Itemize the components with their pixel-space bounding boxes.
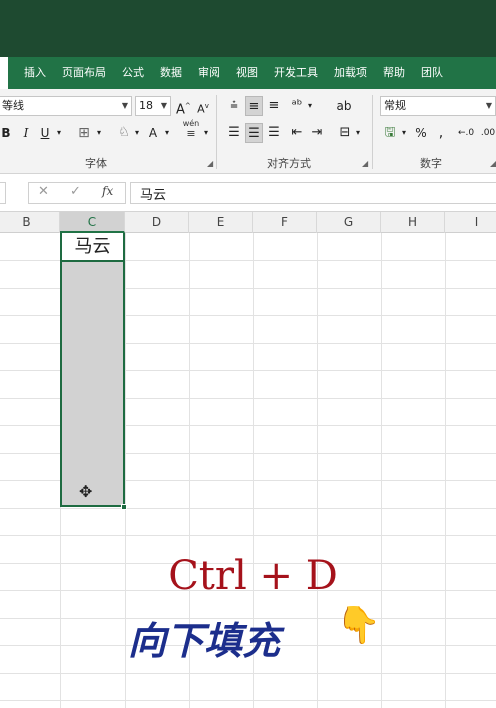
alignment-group-label: 对齐方式	[267, 157, 311, 170]
font-color-button[interactable]: A	[146, 123, 160, 143]
italic-button[interactable]: I	[20, 123, 32, 143]
chevron-down-icon[interactable]: ▾	[132, 123, 142, 143]
merge-center-icon[interactable]: ⊟	[336, 123, 354, 143]
name-box[interactable]	[0, 182, 6, 204]
cell-c1[interactable]: 马云	[62, 233, 123, 260]
tab-help[interactable]: 帮助	[375, 57, 413, 89]
tab-data[interactable]: 数据	[152, 57, 190, 89]
grid-row-line	[0, 700, 496, 701]
increase-indent-icon[interactable]: ⇥	[308, 123, 326, 143]
alignment-dialog-launcher-icon[interactable]: ◢	[362, 159, 368, 168]
font-group-label: 字体	[85, 157, 107, 170]
grid-column-line	[317, 233, 318, 708]
font-name-select[interactable]: 等线 ▼	[0, 96, 132, 116]
formula-input[interactable]	[130, 182, 496, 204]
tab-review[interactable]: 审阅	[190, 57, 228, 89]
grow-font-icon: A	[176, 102, 185, 118]
chevron-down-icon: ▼	[121, 101, 128, 110]
formula-value: 马云	[140, 188, 167, 203]
ribbon-home: 等线 ▼ 18 ▼ A^ Av B I U ▾ ⊞ ▾ ♘ ▾ A ▾ wén ≡…	[0, 89, 496, 174]
shortcut-caption: Ctrl + D	[168, 553, 338, 599]
grow-font-button[interactable]: A^	[176, 96, 191, 118]
pointing-down-hand-icon: 👇	[336, 605, 381, 646]
chevron-down-icon[interactable]: ▾	[162, 123, 172, 143]
percent-button[interactable]: %	[414, 123, 428, 143]
fill-handle[interactable]	[121, 504, 127, 510]
selected-range[interactable]	[60, 260, 125, 507]
font-color-icon: A	[148, 126, 158, 140]
number-format-select[interactable]: 常规 ▼	[380, 96, 496, 116]
excel-window: 插入 页面布局 公式 数据 审阅 视图 开发工具 加载项 帮助 团队 等线 ▼ …	[0, 0, 496, 708]
number-group-label: 数字	[420, 157, 442, 170]
chevron-down-icon[interactable]: ▾	[354, 123, 362, 143]
tab-insert[interactable]: 插入	[16, 57, 54, 89]
font-name-value: 等线	[2, 99, 24, 112]
chevron-down-icon: ▼	[485, 101, 492, 110]
font-dialog-launcher-icon[interactable]: ◢	[207, 159, 213, 168]
borders-icon[interactable]: ⊞	[74, 123, 94, 143]
formula-bar: ✕ ✓ fx 马云	[0, 174, 496, 212]
column-headers: B C D E F G H I	[0, 212, 496, 233]
shrink-font-icon: A	[197, 102, 205, 116]
font-size-select[interactable]: 18 ▼	[135, 96, 171, 116]
number-format-value: 常规	[384, 99, 406, 112]
tab-addins[interactable]: 加载项	[326, 57, 375, 89]
column-header-f[interactable]: F	[253, 212, 317, 233]
font-size-value: 18	[139, 99, 153, 112]
insert-function-icon[interactable]: fx	[102, 184, 113, 198]
wrap-text-icon[interactable]: ab	[336, 96, 352, 116]
group-divider	[372, 95, 373, 169]
align-bottom-icon[interactable]: ≡	[266, 96, 282, 116]
grid-row-line	[0, 673, 496, 674]
column-header-c[interactable]: C	[60, 212, 125, 233]
number-dialog-launcher-icon[interactable]: ◢	[490, 159, 496, 168]
align-center-icon[interactable]: ☰	[245, 123, 263, 143]
column-header-g[interactable]: G	[317, 212, 381, 233]
bold-button[interactable]: B	[0, 123, 12, 143]
grid-column-line	[445, 233, 446, 708]
phonetic-guide-button[interactable]: wén ≡	[182, 119, 200, 139]
align-left-icon[interactable]: ☰	[226, 123, 242, 143]
orientation-icon[interactable]: ᵃᵇ	[288, 96, 306, 116]
grid-row-line	[0, 535, 496, 536]
column-header-h[interactable]: H	[381, 212, 445, 233]
chevron-down-icon: ▼	[160, 101, 167, 110]
tab-view[interactable]: 视图	[228, 57, 266, 89]
grid-row-line	[0, 508, 496, 509]
currency-icon[interactable]: 🖫	[380, 123, 400, 143]
align-middle-icon[interactable]: ≡	[245, 96, 263, 116]
chevron-down-icon[interactable]: ▾	[54, 123, 64, 143]
chevron-down-icon[interactable]: ▾	[400, 123, 408, 143]
column-header-e[interactable]: E	[189, 212, 253, 233]
comma-button[interactable]: ,	[436, 123, 446, 143]
tab-home[interactable]	[0, 57, 8, 89]
underline-button[interactable]: U	[38, 123, 52, 143]
column-header-b[interactable]: B	[0, 212, 60, 233]
chevron-down-icon[interactable]: ▾	[306, 96, 314, 116]
group-divider	[216, 95, 217, 169]
align-right-icon[interactable]: ☰	[266, 123, 282, 143]
tab-developer[interactable]: 开发工具	[266, 57, 326, 89]
column-header-d[interactable]: D	[125, 212, 189, 233]
tab-team[interactable]: 团队	[413, 57, 451, 89]
cancel-icon[interactable]: ✕	[38, 184, 49, 199]
decrease-decimal-icon[interactable]: .00	[480, 123, 496, 143]
fill-color-icon[interactable]: ♘	[114, 123, 134, 143]
chevron-down-icon[interactable]: ▾	[202, 123, 210, 143]
shrink-font-button[interactable]: Av	[196, 96, 210, 116]
tab-page-layout[interactable]: 页面布局	[54, 57, 114, 89]
align-top-icon[interactable]: ⩮	[226, 96, 242, 116]
tab-formulas[interactable]: 公式	[114, 57, 152, 89]
decrease-indent-icon[interactable]: ⇤	[288, 123, 306, 143]
enter-icon[interactable]: ✓	[70, 184, 81, 199]
grid-column-line	[125, 233, 126, 708]
increase-decimal-icon[interactable]: ←.0	[458, 123, 474, 143]
ribbon-tabs: 插入 页面布局 公式 数据 审阅 视图 开发工具 加载项 帮助 团队	[0, 57, 496, 89]
cross-cursor-icon: ✥	[79, 482, 93, 501]
chevron-down-icon[interactable]: ▾	[94, 123, 104, 143]
title-bar	[0, 0, 496, 57]
grid-column-line	[381, 233, 382, 708]
column-header-i[interactable]: I	[445, 212, 496, 233]
action-caption: 向下填充	[128, 618, 281, 663]
